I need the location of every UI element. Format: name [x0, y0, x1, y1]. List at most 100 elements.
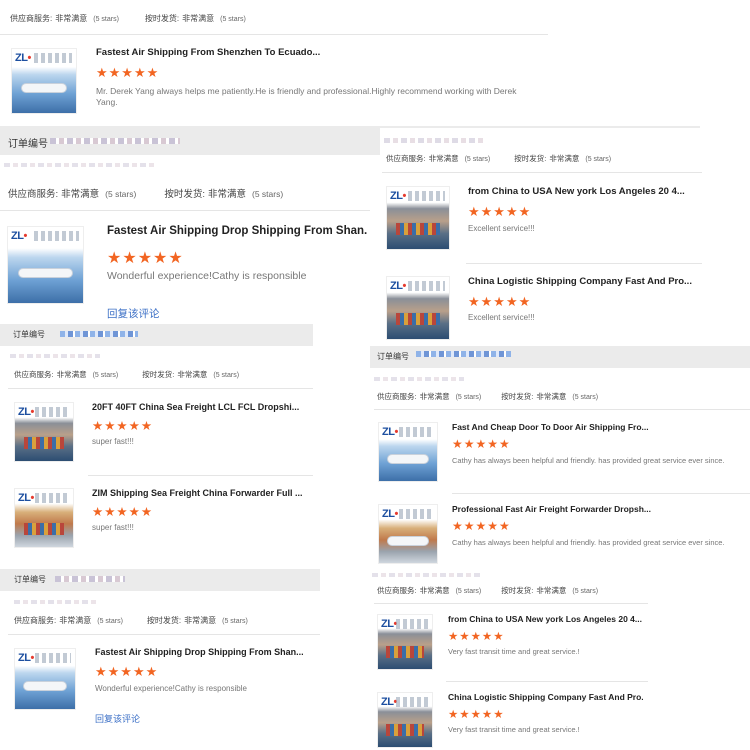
- review-comment: Cathy has always been helpful and friend…: [452, 538, 725, 547]
- product-thumbnail[interactable]: ZL•: [7, 226, 84, 304]
- product-thumbnail[interactable]: ZL•: [14, 488, 74, 548]
- product-title[interactable]: from China to USA New york Los Angeles 2…: [468, 186, 698, 197]
- on-time-label: 按时发货:: [514, 154, 547, 163]
- product-thumbnail[interactable]: ZL•: [11, 48, 77, 114]
- star-rating: ★★★★★: [452, 519, 511, 533]
- rating-line: 供应商服务: 非常满意 (5 stars) 按时发货: 非常满意 (5 stars): [10, 13, 246, 24]
- cargo-ship-image: [386, 724, 424, 737]
- divider: [374, 603, 648, 604]
- divider: [452, 493, 750, 494]
- review-item: ZL• Fastest Air Shipping Drop Shipping F…: [0, 640, 320, 740]
- divider: [446, 681, 648, 682]
- supplier-service-value: 非常满意: [419, 392, 450, 401]
- service-icons: [34, 407, 70, 417]
- supplier-service-label: 供应商服务:: [14, 616, 57, 625]
- stars-count: (5 stars): [585, 156, 612, 163]
- product-thumbnail[interactable]: ZL•: [377, 614, 433, 670]
- on-time-value: 非常满意: [549, 154, 580, 163]
- review-item: ZL• from China to USA New york Los Angel…: [370, 606, 660, 678]
- star-rating: ★★★★★: [96, 65, 160, 80]
- stars-count: (5 stars): [222, 618, 248, 625]
- review-comment: Mr. Derek Yang always helps me patiently…: [96, 86, 517, 108]
- airplane-image: [21, 84, 67, 93]
- product-title[interactable]: 20FT 40FT China Sea Freight LCL FCL Drop…: [92, 402, 307, 412]
- brand-logo: ZL•: [18, 492, 34, 504]
- review-item: ZL• China Logistic Shipping Company Fast…: [370, 684, 660, 750]
- brand-logo: ZL•: [390, 280, 406, 292]
- supplier-service-value: 非常满意: [428, 154, 459, 163]
- divider: [382, 172, 702, 173]
- on-time-label: 按时发货:: [142, 370, 175, 379]
- supplier-service-label: 供应商服务:: [377, 392, 417, 401]
- service-icons: [408, 281, 446, 291]
- service-icons: [398, 427, 434, 437]
- cargo-ship-image: [396, 312, 440, 325]
- stars-count: (5 stars): [251, 189, 284, 199]
- stars-count: (5 stars): [220, 16, 246, 23]
- product-thumbnail[interactable]: ZL•: [14, 648, 76, 710]
- review-comment: Cathy has always been helpful and friend…: [452, 456, 725, 465]
- order-number-redacted: [416, 351, 511, 357]
- star-rating: ★★★★★: [468, 204, 532, 219]
- review-comment: super fast!!!: [92, 523, 134, 532]
- brand-logo: ZL•: [382, 508, 398, 520]
- brand-logo: ZL•: [18, 652, 34, 664]
- brand-logo: ZL•: [381, 618, 397, 630]
- review-comment: super fast!!!: [92, 437, 134, 446]
- brand-logo: ZL•: [11, 230, 27, 242]
- stars-count: (5 stars): [455, 394, 482, 401]
- product-title[interactable]: Fastest Air Shipping Drop Shipping From …: [95, 647, 310, 657]
- order-number-redacted: [60, 331, 138, 337]
- reply-link[interactable]: 回复该评论: [95, 712, 140, 725]
- product-thumbnail[interactable]: ZL•: [386, 276, 450, 340]
- product-thumbnail[interactable]: ZL•: [377, 692, 433, 748]
- supplier-service-label: 供应商服务:: [386, 154, 426, 163]
- product-title[interactable]: China Logistic Shipping Company Fast And…: [448, 692, 643, 702]
- on-time-label: 按时发货:: [144, 14, 180, 23]
- star-rating: ★★★★★: [95, 664, 159, 679]
- redacted-line: [384, 138, 484, 143]
- stars-count: (5 stars): [92, 372, 119, 379]
- divider: [374, 409, 750, 410]
- supplier-service-value: 非常满意: [55, 14, 88, 23]
- redacted-line: [4, 163, 154, 167]
- divider: [0, 210, 370, 211]
- order-number-label: 订单编号: [14, 575, 46, 584]
- divider: [0, 34, 548, 35]
- product-thumbnail[interactable]: ZL•: [14, 402, 74, 462]
- product-thumbnail[interactable]: ZL•: [378, 422, 438, 482]
- product-title[interactable]: Fastest Air Shipping From Shenzhen To Ec…: [96, 47, 336, 58]
- product-thumbnail[interactable]: ZL•: [378, 504, 438, 564]
- product-title[interactable]: ZIM Shipping Sea Freight China Forwarder…: [92, 488, 307, 498]
- reply-link[interactable]: 回复该评论: [107, 306, 160, 321]
- rating-line: 供应商服务: 非常满意 (5 stars) 按时发货: 非常满意 (5 stars): [377, 585, 598, 596]
- service-icons: [396, 697, 429, 707]
- product-thumbnail[interactable]: ZL•: [386, 186, 450, 250]
- product-title[interactable]: Fast And Cheap Door To Door Air Shipping…: [452, 422, 662, 432]
- rating-line: 供应商服务: 非常满意 (5 stars) 按时发货: 非常满意 (5 stars): [377, 391, 598, 402]
- on-time-value: 非常满意: [182, 14, 215, 23]
- review-item: ZL• Professional Fast Air Freight Forwar…: [370, 496, 750, 572]
- on-time-label: 按时发货:: [501, 392, 534, 401]
- product-title[interactable]: China Logistic Shipping Company Fast And…: [468, 276, 698, 287]
- review-item: ZL• Fastest Air Shipping Drop Shipping F…: [0, 216, 370, 326]
- on-time-label: 按时发货:: [164, 189, 205, 200]
- review-item: ZL• ZIM Shipping Sea Freight China Forwa…: [0, 480, 320, 556]
- star-rating: ★★★★★: [92, 505, 154, 519]
- stars-count: (5 stars): [572, 588, 599, 595]
- brand-logo: ZL•: [15, 52, 31, 64]
- service-icons: [408, 191, 446, 201]
- service-icons: [396, 619, 429, 629]
- service-icons: [34, 493, 70, 503]
- divider: [466, 263, 702, 264]
- on-time-value: 非常满意: [207, 189, 246, 200]
- supplier-service-value: 非常满意: [61, 189, 100, 200]
- product-title[interactable]: from China to USA New york Los Angeles 2…: [448, 614, 643, 624]
- stars-count: (5 stars): [572, 394, 599, 401]
- airplane-image: [19, 268, 72, 277]
- product-title[interactable]: Fastest Air Shipping Drop Shipping From …: [107, 225, 367, 237]
- star-rating: ★★★★★: [92, 419, 154, 433]
- rating-line: 供应商服务: 非常满意 (5 stars) 按时发货: 非常满意 (5 stars): [8, 186, 283, 200]
- product-title[interactable]: Professional Fast Air Freight Forwarder …: [452, 504, 662, 514]
- order-number-label: 订单编号: [377, 352, 409, 361]
